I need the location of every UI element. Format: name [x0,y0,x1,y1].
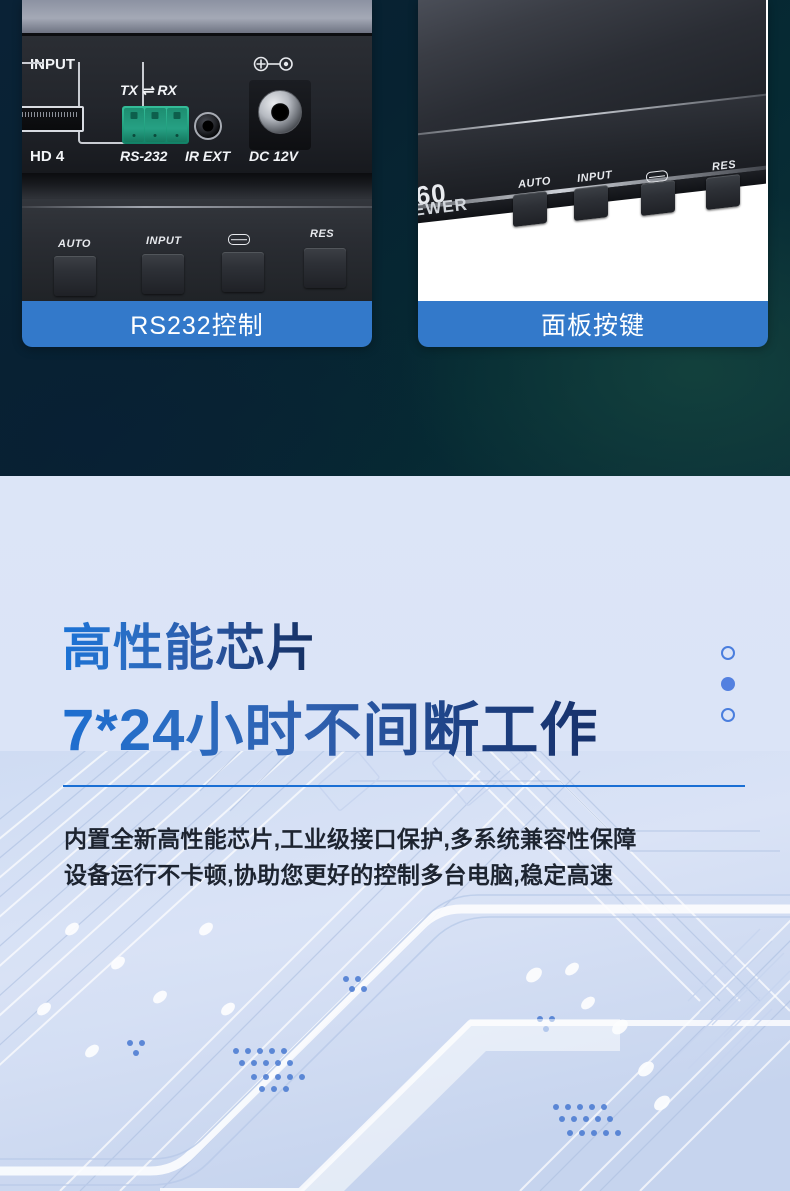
rs232-pin [124,108,145,142]
rs232-rear-panel-photo: INPUT HD 4 TX ⇌ RX RS-232 IR EXT DC 12V … [22,0,372,301]
input-bracket-stub [22,62,44,64]
panel-key-swap[interactable] [641,180,675,216]
panel-key-res[interactable] [706,174,740,210]
carousel-dots[interactable] [721,646,735,722]
panel-key-input[interactable] [142,254,184,294]
label-rs232: RS-232 [120,148,168,164]
key-label-auto: AUTO [58,238,91,250]
carousel-dot-1[interactable] [721,646,735,660]
feature-headline-line1: 高性能芯片 [62,608,317,680]
ir-ext-jack [194,112,222,140]
rs232-pin [166,108,187,142]
label-input: INPUT [30,56,75,73]
gallery-card-caption-panel: 面板按键 [418,301,768,347]
panel-key-res[interactable] [304,248,346,288]
gallery-card-rs232[interactable]: INPUT HD 4 TX ⇌ RX RS-232 IR EXT DC 12V … [22,0,372,347]
panel-key-auto[interactable] [54,256,96,296]
panel-key-auto[interactable] [513,191,547,227]
gallery-card-panel[interactable]: 60 EWER AUTO INPUT RES 面板按键 [418,0,768,347]
key-label-res: RES [310,228,335,240]
rs232-pin [145,108,166,142]
feature-body-copy: 内置全新高性能芯片,工业级接口保护,多系统兼容性保障 设备运行不卡顿,协助您更好… [64,821,704,893]
panel-key-swap[interactable] [222,252,264,292]
gallery-card-caption-rs232: RS232控制 [22,301,372,347]
carousel-dot-3[interactable] [721,708,735,722]
dc-polarity-icon [253,56,293,72]
swap-icon [228,234,250,245]
feature-body-line2: 设备运行不卡顿,协助您更好的控制多台电脑,稳定高速 [64,862,614,888]
panel-key-input[interactable] [574,185,608,221]
carousel-dot-2[interactable] [721,677,735,691]
feature-highlight-section: 高性能芯片 7*24小时不间断工作 内置全新高性能芯片,工业级接口保护,多系统兼… [0,476,790,1191]
section-divider [63,785,745,787]
feature-body-line1: 内置全新高性能芯片,工业级接口保护,多系统兼容性保障 [64,826,637,852]
product-gallery-section: INPUT HD 4 TX ⇌ RX RS-232 IR EXT DC 12V … [0,0,790,476]
label-dc12v: DC 12V [249,148,299,164]
rs232-terminal-block [122,106,189,144]
feature-headline-line2: 7*24小时不间断工作 [62,683,598,767]
key-label-input: INPUT [146,235,182,247]
dc-power-jack [258,90,302,134]
circuit-board-background [0,751,790,1191]
label-hd4: HD 4 [30,148,65,165]
chassis-top-band [22,0,372,33]
label-tx-rx: TX ⇌ RX [120,82,177,98]
chrome-highlight-line [22,206,372,208]
front-panel-photo: 60 EWER AUTO INPUT RES [418,0,768,301]
chassis-shadow-gap [22,173,372,199]
label-ir-ext: IR EXT [185,148,231,164]
hdmi-port [22,106,84,132]
